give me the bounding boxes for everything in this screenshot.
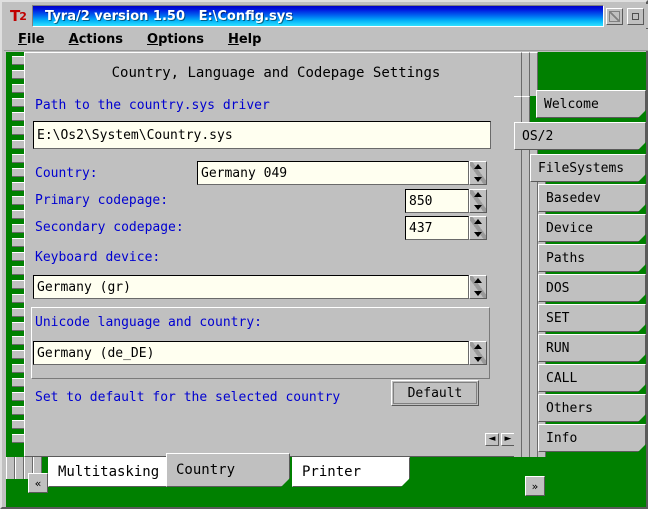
application-window: T2 Tyra/2 version 1.50 E:\Config.sys Fil… — [0, 0, 648, 509]
unicode-spin-button[interactable] — [469, 341, 487, 365]
bottom-tab-scroll-next-button[interactable]: » — [525, 476, 545, 496]
menu-mnemonic-options: O — [147, 32, 159, 47]
right-tab-filesystems-label: FileSystems — [538, 160, 625, 176]
settings-page: Country, Language and Codepage Settings … — [24, 52, 528, 457]
right-tab-dos[interactable]: DOS — [538, 274, 646, 302]
menu-bar: File Actions Options Help — [4, 29, 648, 51]
country-label: Country: — [35, 166, 98, 181]
default-hint-label: Set to default for the selected country — [35, 390, 341, 405]
keyboard-device-label: Keyboard device: — [35, 250, 161, 265]
primary-codepage-label: Primary codepage: — [35, 193, 169, 208]
default-button[interactable]: Default — [391, 380, 479, 406]
path-input[interactable]: E:\Os2\System\Country.sys — [33, 121, 491, 149]
right-tab-set[interactable]: SET — [538, 304, 646, 332]
bottom-tab-country[interactable]: Country — [166, 453, 290, 487]
menu-item-help[interactable]: Help — [218, 32, 271, 47]
window-title: Tyra/2 version 1.50 E:\Config.sys — [45, 8, 293, 24]
unicode-label: Unicode language and country: — [35, 315, 262, 330]
menu-mnemonic-file: F — [18, 32, 27, 47]
right-tab-basedev[interactable]: Basedev — [538, 184, 646, 212]
country-input[interactable]: Germany 049 — [197, 161, 469, 185]
title-bar: T2 Tyra/2 version 1.50 E:\Config.sys — [4, 4, 648, 28]
right-tab-welcome-label: Welcome — [544, 96, 599, 112]
notebook: Country, Language and Codepage Settings … — [6, 52, 646, 507]
menu-mnemonic-actions: A — [68, 32, 79, 47]
primary-codepage-input[interactable]: 850 — [405, 189, 469, 213]
app-icon-sup: 2 — [19, 9, 27, 23]
bottom-tab-printer[interactable]: Printer — [292, 457, 410, 487]
right-tab-call-label: CALL — [546, 370, 578, 386]
menu-mnemonic-help: H — [227, 32, 239, 47]
country-spin-button[interactable] — [469, 161, 487, 185]
right-tab-paths[interactable]: Paths — [538, 244, 646, 272]
right-tab-others-label: Others — [546, 400, 593, 416]
default-button-label: Default — [407, 385, 463, 401]
app-icon-letter: T — [10, 6, 20, 25]
secondary-codepage-label: Secondary codepage: — [35, 220, 184, 235]
right-tab-device[interactable]: Device — [538, 214, 646, 242]
maximize-button[interactable] — [627, 7, 644, 25]
app-icon-t2[interactable]: T2 — [6, 5, 30, 27]
right-tab-os2-label: OS/2 — [522, 128, 554, 144]
bottom-tab-scroll-prev-button[interactable]: « — [28, 473, 48, 493]
title-bar-gradient[interactable]: Tyra/2 version 1.50 E:\Config.sys — [32, 5, 604, 27]
bottom-tab-multitasking[interactable]: Multitasking — [48, 457, 176, 487]
right-tab-run-label: RUN — [546, 340, 570, 356]
menu-item-actions[interactable]: Actions — [59, 32, 133, 47]
primary-codepage-spin-button[interactable] — [469, 189, 487, 213]
right-tab-welcome[interactable]: Welcome — [536, 90, 646, 118]
bottom-tab-printer-label: Printer — [302, 464, 362, 480]
right-tab-set-label: SET — [546, 310, 570, 326]
menu-rest-help: elp — [238, 32, 262, 47]
right-tab-paths-label: Paths — [546, 250, 586, 266]
menu-rest-file: ile — [26, 32, 45, 47]
secondary-codepage-input[interactable]: 437 — [405, 216, 469, 240]
right-tab-others[interactable]: Others — [538, 394, 646, 422]
right-tab-basedev-label: Basedev — [546, 190, 601, 206]
unicode-input[interactable]: Germany (de_DE) — [33, 341, 469, 365]
right-tab-info-label: Info — [546, 430, 578, 446]
path-label: Path to the country.sys driver — [35, 98, 270, 113]
menu-rest-options: ptions — [158, 32, 204, 47]
keyboard-device-spin-button[interactable] — [469, 275, 487, 299]
secondary-codepage-spin-button[interactable] — [469, 216, 487, 240]
menu-item-options[interactable]: Options — [137, 32, 214, 47]
right-tab-dos-label: DOS — [546, 280, 570, 296]
right-tab-info[interactable]: Info — [538, 424, 646, 452]
page-title: Country, Language and Codepage Settings — [111, 65, 441, 81]
right-tab-strip: Welcome OS/2 FileSystems Basedev Device … — [514, 52, 646, 457]
keyboard-device-input[interactable]: Germany (gr) — [33, 275, 469, 299]
menu-rest-actions: ctions — [78, 32, 123, 47]
right-tab-device-label: Device — [546, 220, 593, 236]
bottom-tab-multitasking-label: Multitasking — [58, 464, 160, 480]
right-tab-call[interactable]: CALL — [538, 364, 646, 392]
page-scroll-left-button[interactable]: ◄ — [485, 433, 499, 446]
right-tab-os2[interactable]: OS/2 — [514, 122, 646, 150]
page-scroll-right-button[interactable]: ► — [501, 433, 515, 446]
menu-item-file[interactable]: File — [8, 32, 55, 47]
bottom-tab-country-label: Country — [176, 462, 236, 478]
right-tab-filesystems[interactable]: FileSystems — [530, 154, 646, 182]
right-tab-run[interactable]: RUN — [538, 334, 646, 362]
right-tab-spine — [514, 52, 546, 457]
hide-button[interactable] — [606, 7, 623, 25]
